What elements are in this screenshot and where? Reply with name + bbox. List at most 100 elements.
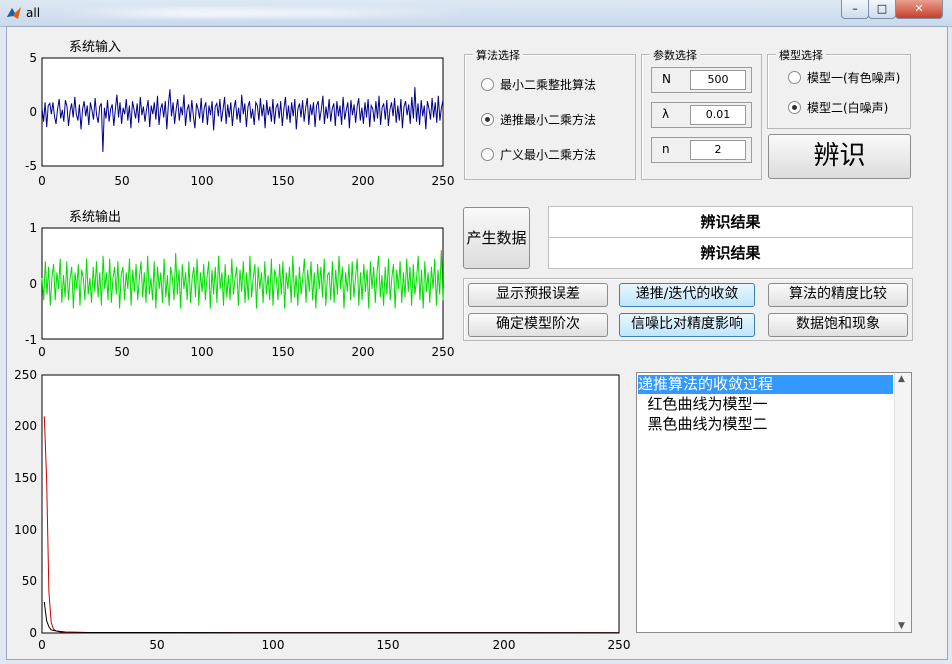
scroll-down-icon[interactable]: ▼ [898,621,905,631]
scroll-up-icon[interactable]: ▲ [898,374,905,384]
param-order-input[interactable]: 2 [690,140,746,160]
output-xtick: 50 [114,345,129,359]
listbox-item[interactable]: 黑色曲线为模型二 [638,415,768,434]
snr-effect-button[interactable]: 信噪比对精度影响 [619,313,755,337]
output-xticks: 0 50 100 150 200 250 [38,345,454,359]
radio-algo-batch[interactable]: 最小二乘整批算法 [481,76,596,93]
input-xtick: 250 [432,174,455,188]
param-lambda-row: λ 0.01 [651,102,752,128]
convergence-plot-area [41,374,620,634]
param-order-row: n 2 [651,137,752,163]
output-xtick: 0 [38,345,46,359]
conv-ytick: 50 [22,574,37,588]
close-icon: ✕ [914,2,924,15]
param-symbol: λ [662,107,670,121]
conv-xtick: 250 [608,638,631,652]
conv-xtick: 50 [149,638,164,652]
convergence-yticks: 250 200 150 100 50 0 [14,368,37,640]
parameter-panel: 参数选择 N 500 λ 0.01 n 2 [641,47,762,180]
conv-ytick: 0 [29,626,37,640]
result-line-1: 辨识结果 [548,206,913,238]
radio-model-one[interactable]: 模型一(有色噪声) [788,69,900,86]
output-xtick: 250 [432,345,455,359]
param-N-input[interactable]: 500 [690,70,746,90]
output-xtick: 200 [352,345,375,359]
model-panel-title: 模型选择 [776,47,826,63]
minimize-icon: – [852,2,858,15]
close-button[interactable]: ✕ [895,0,943,19]
conv-xtick: 0 [38,638,46,652]
minimize-button[interactable]: – [841,0,869,19]
listbox-item-selected[interactable]: 递推算法的收敛过程 [638,375,893,394]
radio-circle-icon [481,78,494,91]
description-listbox[interactable]: 递推算法的收敛过程 红色曲线为模型一 黑色曲线为模型二 ▲ ▼ [636,372,912,633]
parameter-panel-title: 参数选择 [650,47,700,63]
result-line-2: 辨识结果 [548,237,913,269]
input-xtick: 150 [272,174,295,188]
radio-circle-icon [481,148,494,161]
input-plot-area [41,57,444,167]
identify-button[interactable]: 辨识 [768,134,911,179]
param-symbol: N [662,72,671,86]
radio-circle-icon [481,113,494,126]
radio-label: 广义最小二乘方法 [500,148,597,162]
radio-label: 最小二乘整批算法 [500,78,597,92]
output-plot: 1 0 -1 0 50 100 150 200 250 [25,221,454,359]
param-symbol: n [662,142,670,156]
conv-xtick: 150 [377,638,400,652]
param-n-row: N 500 [651,67,752,93]
input-xtick: 0 [38,174,46,188]
show-prediction-error-button[interactable]: 显示预报误差 [468,283,608,307]
conv-xtick: 200 [493,638,516,652]
model-panel: 模型选择 模型一(有色噪声) 模型二(白噪声) [767,47,911,129]
title-blur [50,8,470,18]
output-xtick: 100 [191,345,214,359]
matlab-icon [7,7,21,19]
input-ytick: -5 [25,159,37,173]
param-lambda-input[interactable]: 0.01 [690,105,746,125]
radio-circle-icon [788,101,801,114]
listbox-scrollbar[interactable]: ▲ ▼ [894,373,911,632]
input-ytick: 5 [29,51,37,65]
input-yticks: 5 0 -5 [25,51,37,173]
maximize-icon: □ [876,2,888,15]
input-xticks: 0 50 100 150 200 250 [38,174,454,188]
algorithm-panel-title: 算法选择 [473,47,523,63]
radio-label: 模型二(白噪声) [807,101,889,115]
radio-label: 模型一(有色噪声) [807,71,901,85]
conv-ytick: 150 [14,471,37,485]
input-plot: 5 0 -5 0 50 100 150 200 250 [25,51,454,188]
figure-client-area: 系统输入 5 0 -5 0 50 100 150 200 250 系统输出 1 … [6,26,948,660]
output-ytick: 0 [29,277,37,291]
radio-algo-generalized[interactable]: 广义最小二乘方法 [481,146,596,163]
radio-algo-recursive[interactable]: 递推最小二乘方法 [481,111,596,128]
convergence-xticks: 0 50 100 150 200 250 [38,638,630,652]
window-title: all [26,6,41,20]
action-buttons-group: 显示预报误差 递推/迭代的收敛 算法的精度比较 确定模型阶次 信噪比对精度影响 … [463,278,913,341]
accuracy-compare-button[interactable]: 算法的精度比较 [768,283,908,307]
algorithm-panel: 算法选择 最小二乘整批算法 递推最小二乘方法 广义最小二乘方法 [464,47,636,180]
conv-xtick: 100 [262,638,285,652]
convergence-button[interactable]: 递推/迭代的收敛 [619,283,755,307]
output-ytick: 1 [29,221,37,235]
maximize-button[interactable]: □ [868,0,896,19]
radio-label: 递推最小二乘方法 [500,113,597,127]
input-ytick: 0 [29,105,37,119]
generate-data-button[interactable]: 产生数据 [463,207,530,269]
convergence-plot: 250 200 150 100 50 0 0 50 100 150 200 25… [14,368,630,652]
output-ytick: -1 [25,333,37,347]
data-saturation-button[interactable]: 数据饱和现象 [768,313,908,337]
output-xtick: 150 [272,345,295,359]
input-xtick: 50 [114,174,129,188]
conv-ytick: 250 [14,368,37,382]
radio-circle-icon [788,71,801,84]
input-xtick: 200 [352,174,375,188]
listbox-item[interactable]: 红色曲线为模型一 [638,395,768,414]
title-bar: all – □ ✕ [0,0,952,27]
input-xtick: 100 [191,174,214,188]
output-yticks: 1 0 -1 [25,221,37,347]
radio-model-two[interactable]: 模型二(白噪声) [788,99,888,116]
model-order-button[interactable]: 确定模型阶次 [468,313,608,337]
conv-ytick: 200 [14,419,37,433]
conv-ytick: 100 [14,523,37,537]
